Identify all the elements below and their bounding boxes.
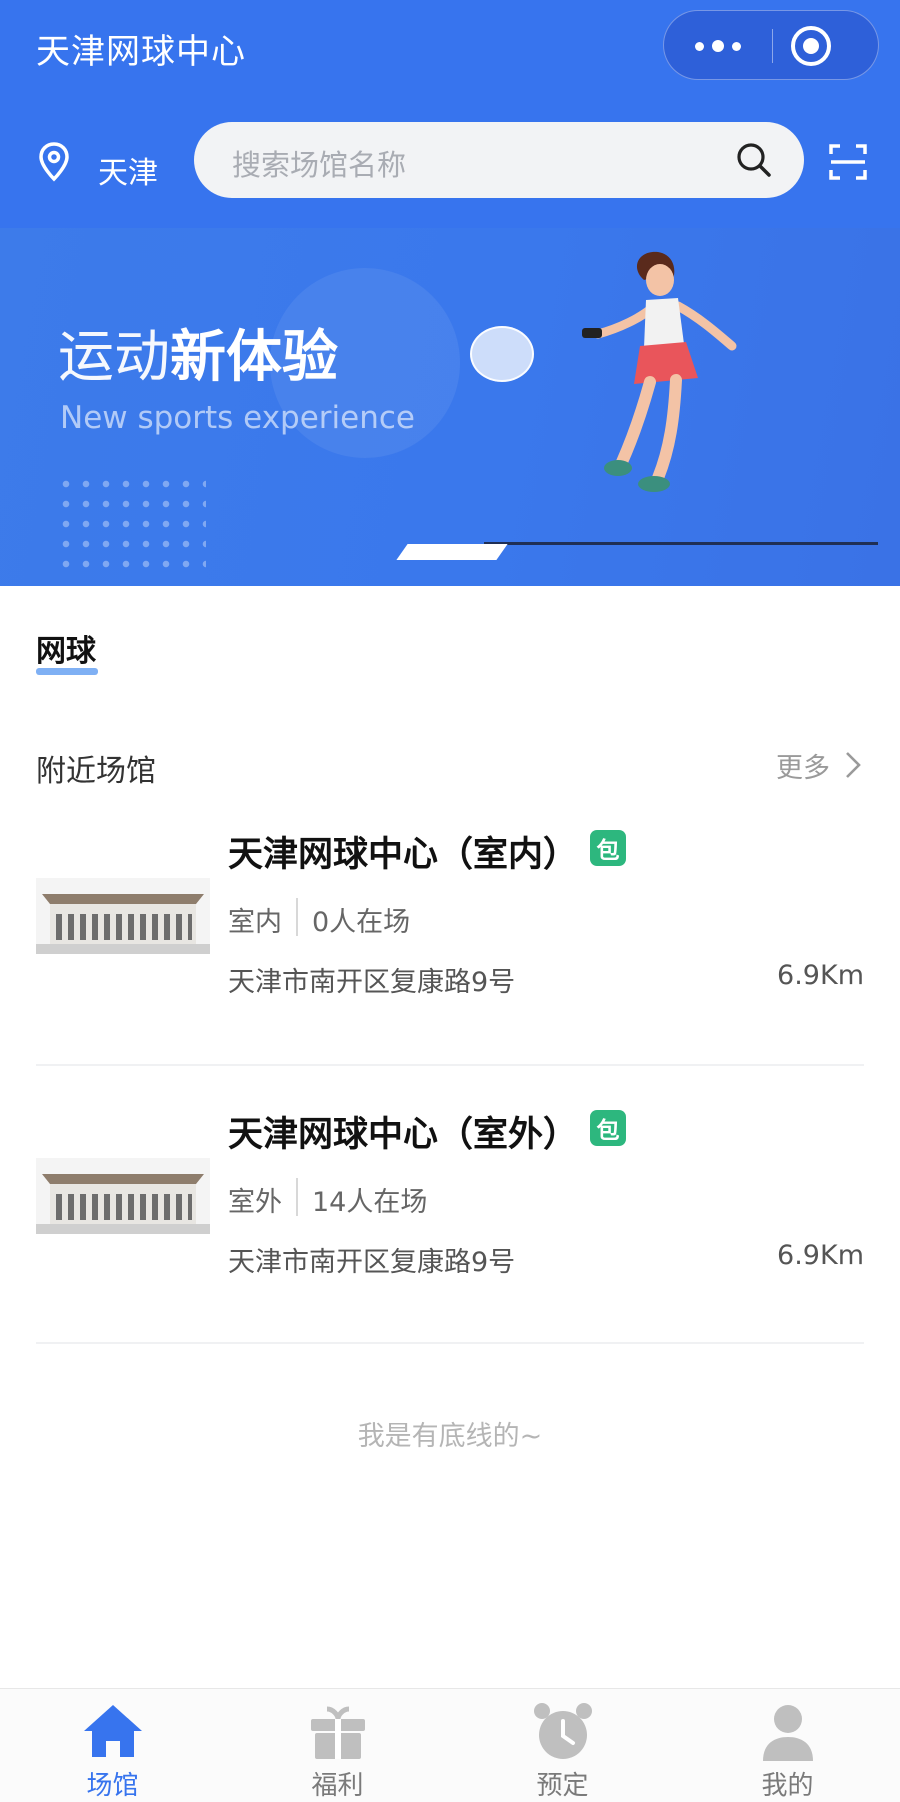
chevron-right-icon[interactable] bbox=[842, 750, 864, 780]
tab-venues[interactable]: 场馆 bbox=[0, 1689, 225, 1802]
scan-icon[interactable] bbox=[828, 142, 868, 182]
carousel-indicator bbox=[396, 544, 508, 560]
user-icon bbox=[763, 1705, 813, 1761]
tab-label: 福利 bbox=[311, 1771, 364, 1801]
venue-name[interactable]: 天津网球中心（室内） bbox=[228, 826, 578, 877]
list-divider bbox=[36, 1064, 864, 1066]
info-separator bbox=[296, 1178, 298, 1216]
tab-benefits[interactable]: 福利 bbox=[225, 1689, 450, 1802]
venue-type: 室内 bbox=[228, 907, 282, 938]
more-options-button[interactable] bbox=[664, 11, 772, 81]
venue-distance: 6.9Km bbox=[777, 1240, 864, 1271]
app-title: 天津网球中心 bbox=[36, 32, 246, 72]
home-icon bbox=[84, 1705, 142, 1757]
location-pin-icon[interactable] bbox=[38, 142, 70, 182]
tab-booking[interactable]: 预定 bbox=[450, 1689, 675, 1802]
search-input[interactable]: 搜索场馆名称 bbox=[194, 122, 804, 198]
venue-address: 天津市南开区复康路9号 bbox=[228, 967, 516, 998]
list-divider bbox=[36, 1342, 864, 1344]
search-placeholder: 搜索场馆名称 bbox=[232, 148, 407, 182]
miniprogram-capsule bbox=[663, 10, 879, 80]
banner-baseline bbox=[484, 542, 878, 545]
header: 天津网球中心 天津 搜索场馆名称 bbox=[0, 0, 900, 228]
more-link[interactable]: 更多 bbox=[776, 746, 830, 785]
venue-address: 天津市南开区复康路9号 bbox=[228, 1247, 516, 1278]
venue-thumbnail bbox=[36, 1158, 210, 1234]
gift-icon bbox=[311, 1706, 365, 1759]
banner-dot-pattern bbox=[56, 474, 206, 574]
more-dot-icon bbox=[732, 41, 741, 51]
close-miniprogram-button[interactable] bbox=[791, 26, 831, 66]
banner-title-part1: 运动 bbox=[58, 325, 170, 390]
package-badge: 包 bbox=[590, 1110, 626, 1146]
banner-title-part2: 新体验 bbox=[170, 325, 338, 390]
banner-title: 运动新体验 bbox=[58, 312, 338, 393]
people-count: 0人在场 bbox=[312, 907, 411, 938]
capsule-divider bbox=[772, 29, 773, 63]
search-icon[interactable] bbox=[734, 140, 774, 180]
more-dot-icon bbox=[712, 40, 724, 52]
city-selector[interactable]: 天津 bbox=[98, 148, 158, 192]
tennis-ball-illustration bbox=[470, 326, 534, 382]
venue-name[interactable]: 天津网球中心（室外） bbox=[228, 1106, 578, 1157]
more-dot-icon bbox=[695, 41, 704, 51]
venue-type: 室外 bbox=[228, 1187, 282, 1218]
tab-tennis[interactable]: 网球 bbox=[36, 626, 96, 670]
info-separator bbox=[296, 898, 298, 936]
promo-banner[interactable]: 运动新体验 New sports experience bbox=[0, 228, 900, 586]
tennis-player-illustration bbox=[582, 251, 737, 492]
bottom-tab-bar: 场馆 福利 预定 我的 bbox=[0, 1688, 900, 1802]
alarm-clock-icon bbox=[534, 1703, 592, 1759]
tab-active-underline bbox=[36, 668, 98, 675]
venue-thumbnail bbox=[36, 878, 210, 954]
venue-card-indoor[interactable]: 天津网球中心（室内） 包 室内 0人在场 天津市南开区复康路9号 6.9Km bbox=[0, 826, 900, 1058]
banner-subtitle: New sports experience bbox=[60, 400, 415, 436]
tab-profile[interactable]: 我的 bbox=[675, 1689, 900, 1802]
package-badge: 包 bbox=[590, 830, 626, 866]
tab-label: 预定 bbox=[536, 1771, 589, 1801]
people-count: 14人在场 bbox=[312, 1187, 428, 1218]
end-of-list-note: 我是有底线的~ bbox=[357, 1421, 543, 1452]
tab-label: 我的 bbox=[761, 1771, 814, 1801]
venue-card-outdoor[interactable]: 天津网球中心（室外） 包 室外 14人在场 天津市南开区复康路9号 6.9Km bbox=[0, 1106, 900, 1338]
tab-label: 场馆 bbox=[86, 1771, 139, 1801]
nearby-section-title: 附近场馆 bbox=[36, 754, 156, 789]
venue-distance: 6.9Km bbox=[777, 960, 864, 991]
